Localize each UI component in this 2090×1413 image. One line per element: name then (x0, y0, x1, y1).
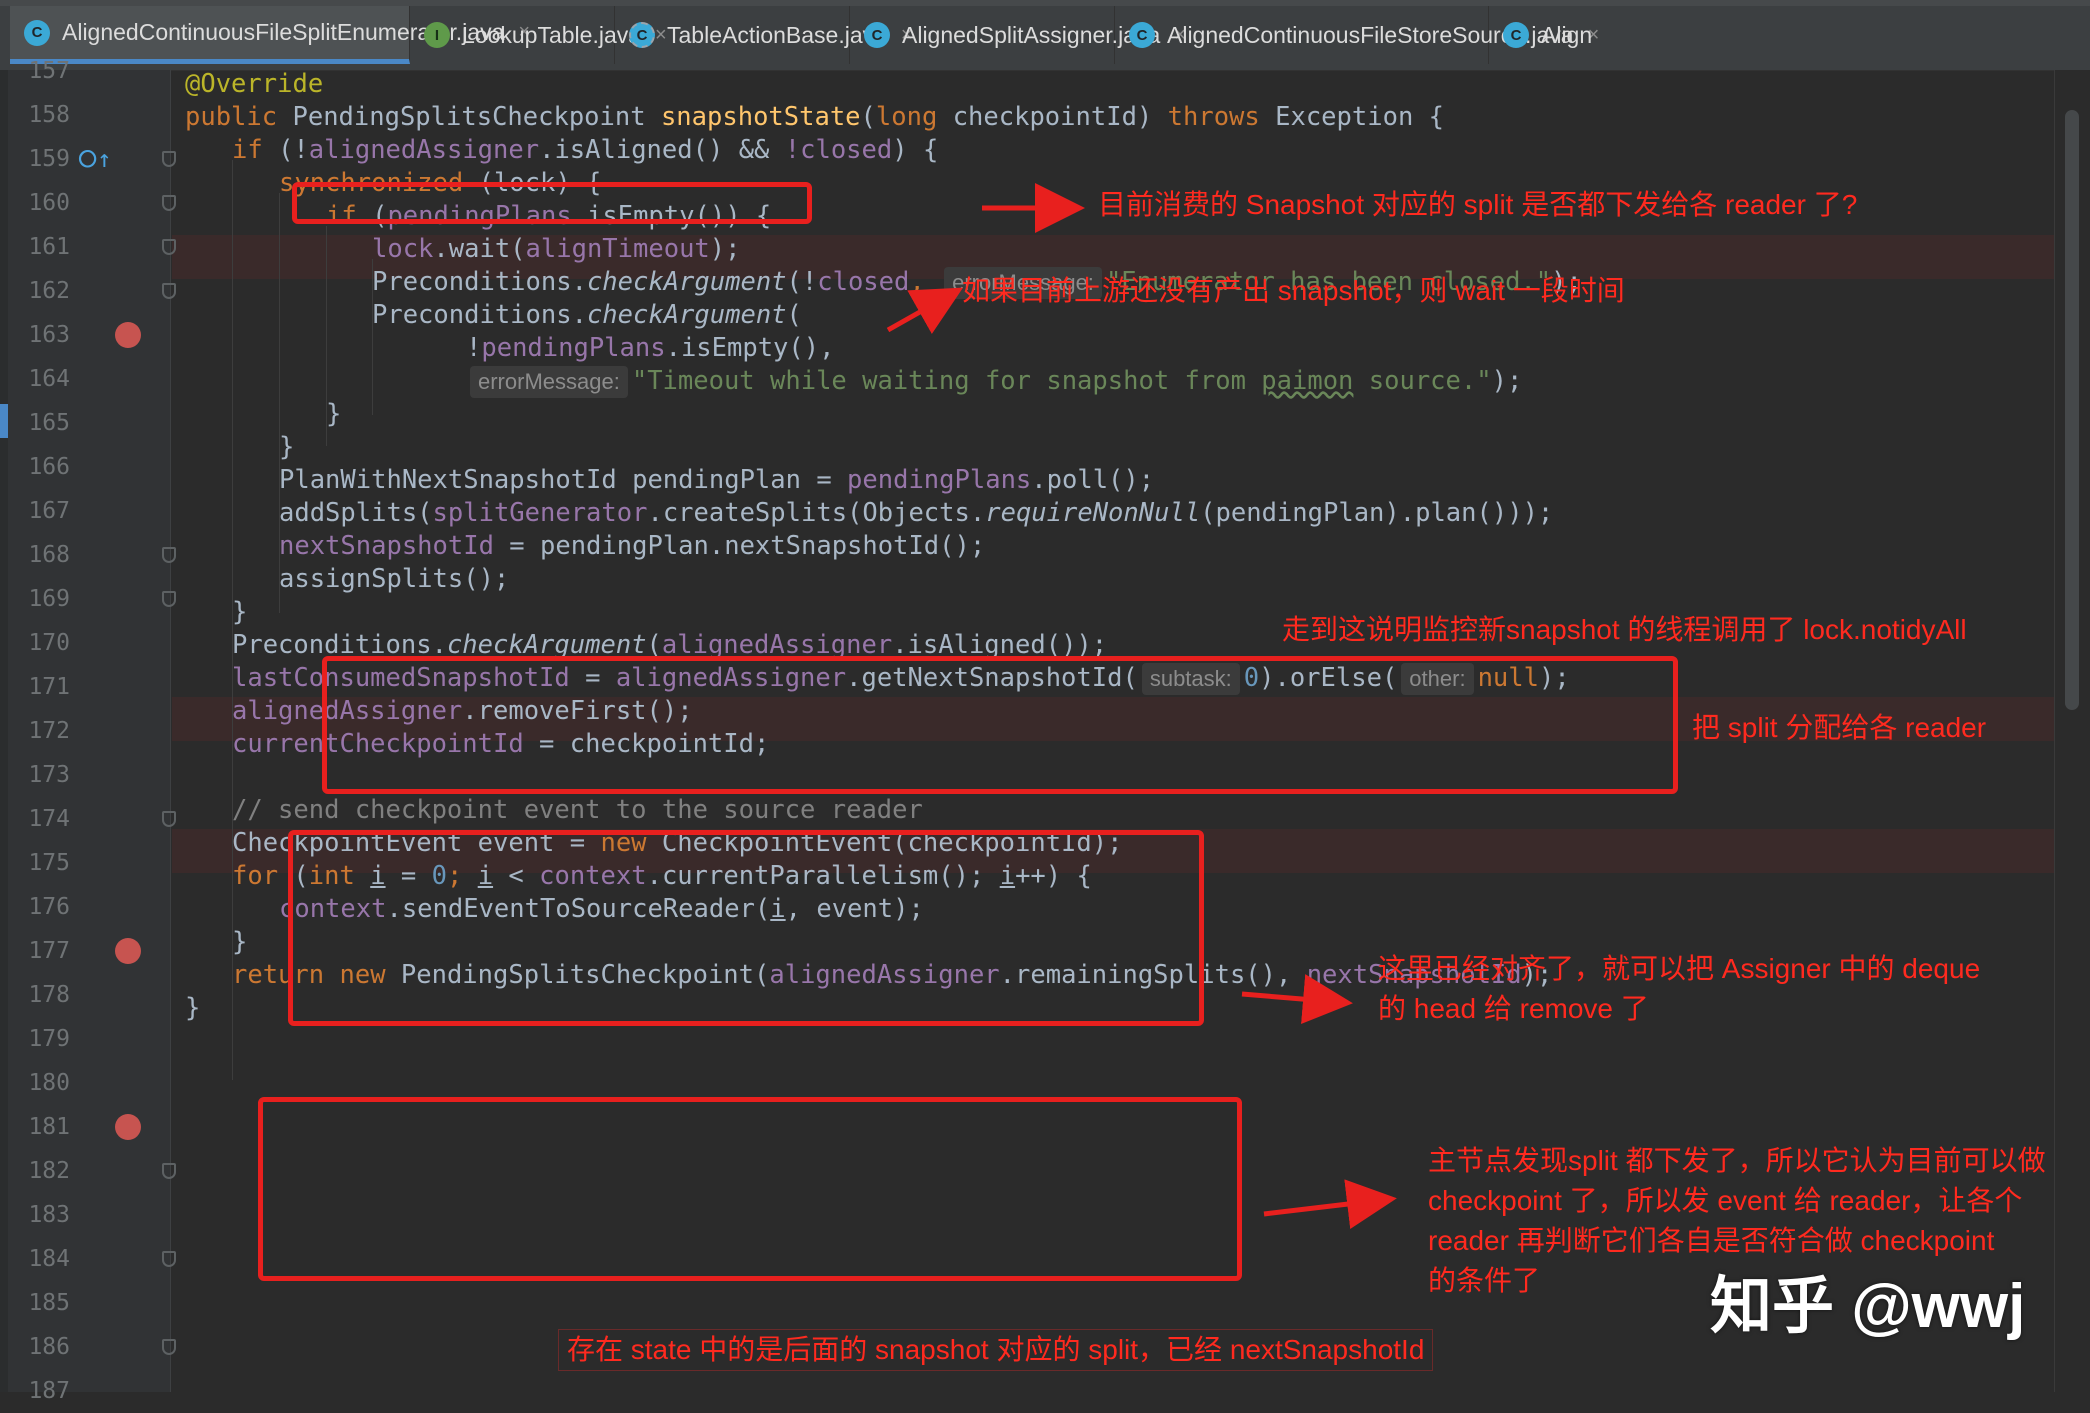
line-number[interactable]: 186 (8, 1325, 70, 1369)
annotation-note-4: 把 split 分配给各 reader (1692, 712, 1987, 743)
annotation-note-7: 存在 state 中的是后面的 snapshot 对应的 split，已经 ne… (558, 1329, 1434, 1371)
line-number[interactable]: 168 (8, 533, 70, 577)
line-number[interactable]: 160 (8, 181, 70, 225)
line-number[interactable]: 161 (8, 225, 70, 269)
line-number[interactable]: 179 (8, 1017, 70, 1061)
annotation-note-6-line-2: checkpoint 了，所以发 event 给 reader，让各个 (1428, 1185, 2023, 1216)
annotation-note-1: 目前消费的 Snapshot 对应的 split 是否都下发给各 reader … (1098, 189, 1858, 220)
line-number[interactable]: 158 (8, 93, 70, 137)
fold-marker-icon[interactable] (162, 811, 176, 827)
line-number[interactable]: 175 (8, 841, 70, 885)
arrow-note-6 (1263, 1179, 1397, 1229)
line-number[interactable]: 171 (8, 665, 70, 709)
fold-marker-icon[interactable] (162, 1339, 176, 1355)
line-number[interactable]: 159 (8, 137, 70, 181)
fold-marker-icon[interactable] (162, 239, 176, 255)
line-number[interactable]: 157 (8, 49, 70, 93)
fold-marker-icon[interactable] (162, 1251, 176, 1267)
line-number[interactable]: 172 (8, 709, 70, 753)
fold-marker-icon[interactable] (162, 151, 176, 167)
breakpoint-icon[interactable] (115, 1114, 141, 1140)
line-number[interactable]: 165 (8, 401, 70, 445)
line-number[interactable]: 173 (8, 753, 70, 797)
line-number[interactable]: 180 (8, 1061, 70, 1105)
annotation-note-5-line-2: 的 head 给 remove 了 (1378, 993, 1649, 1024)
line-number[interactable]: 166 (8, 445, 70, 489)
line-number[interactable]: 181 (8, 1105, 70, 1149)
breakpoint-icon[interactable] (115, 938, 141, 964)
line-number[interactable]: 162 (8, 269, 70, 313)
arrow-note-5 (1241, 974, 1353, 1025)
fold-marker-icon[interactable] (162, 283, 176, 299)
annotation-note-5-line-1: 这里已经对齐了，就可以把 Assigner 中的 deque (1378, 953, 1981, 984)
line-number[interactable]: 163 (8, 313, 70, 357)
fold-marker-icon[interactable] (162, 1163, 176, 1179)
line-number[interactable]: 187 (8, 1369, 70, 1413)
line-number[interactable]: 169 (8, 577, 70, 621)
line-number[interactable]: 164 (8, 357, 70, 401)
line-number[interactable]: 167 (8, 489, 70, 533)
line-number[interactable]: 183 (8, 1193, 70, 1237)
annotation-note-6-line-1: 主节点发现split 都下发了，所以它认为目前可以做 (1428, 1145, 2046, 1176)
line-number[interactable]: 170 (8, 621, 70, 665)
line-number[interactable]: 178 (8, 973, 70, 1017)
line-number[interactable]: 176 (8, 885, 70, 929)
breakpoint-icon[interactable] (115, 322, 141, 348)
fold-marker-icon[interactable] (162, 195, 176, 211)
annotation-note-3: 走到这说明监控新snapshot 的线程调用了 lock.notidyAll (1282, 614, 1967, 645)
line-number[interactable]: 182 (8, 1149, 70, 1193)
line-number[interactable]: 184 (8, 1237, 70, 1281)
arrow-note-2 (886, 287, 964, 334)
zhihu-watermark: 知乎 @wwj (1710, 1272, 2026, 1341)
annotation-note-2: 如果目前上游还没有产出 snapshot，则 wait 一段时间 (962, 275, 1625, 306)
fold-marker-icon[interactable] (162, 547, 176, 563)
annotation-note-5: 这里已经对齐了，就可以把 Assigner 中的 deque 的 head 给 … (1378, 949, 1980, 1029)
line-number[interactable]: 174 (8, 797, 70, 841)
fold-marker-icon[interactable] (162, 591, 176, 607)
line-number[interactable]: 185 (8, 1281, 70, 1325)
line-number[interactable]: 177 (8, 929, 70, 973)
